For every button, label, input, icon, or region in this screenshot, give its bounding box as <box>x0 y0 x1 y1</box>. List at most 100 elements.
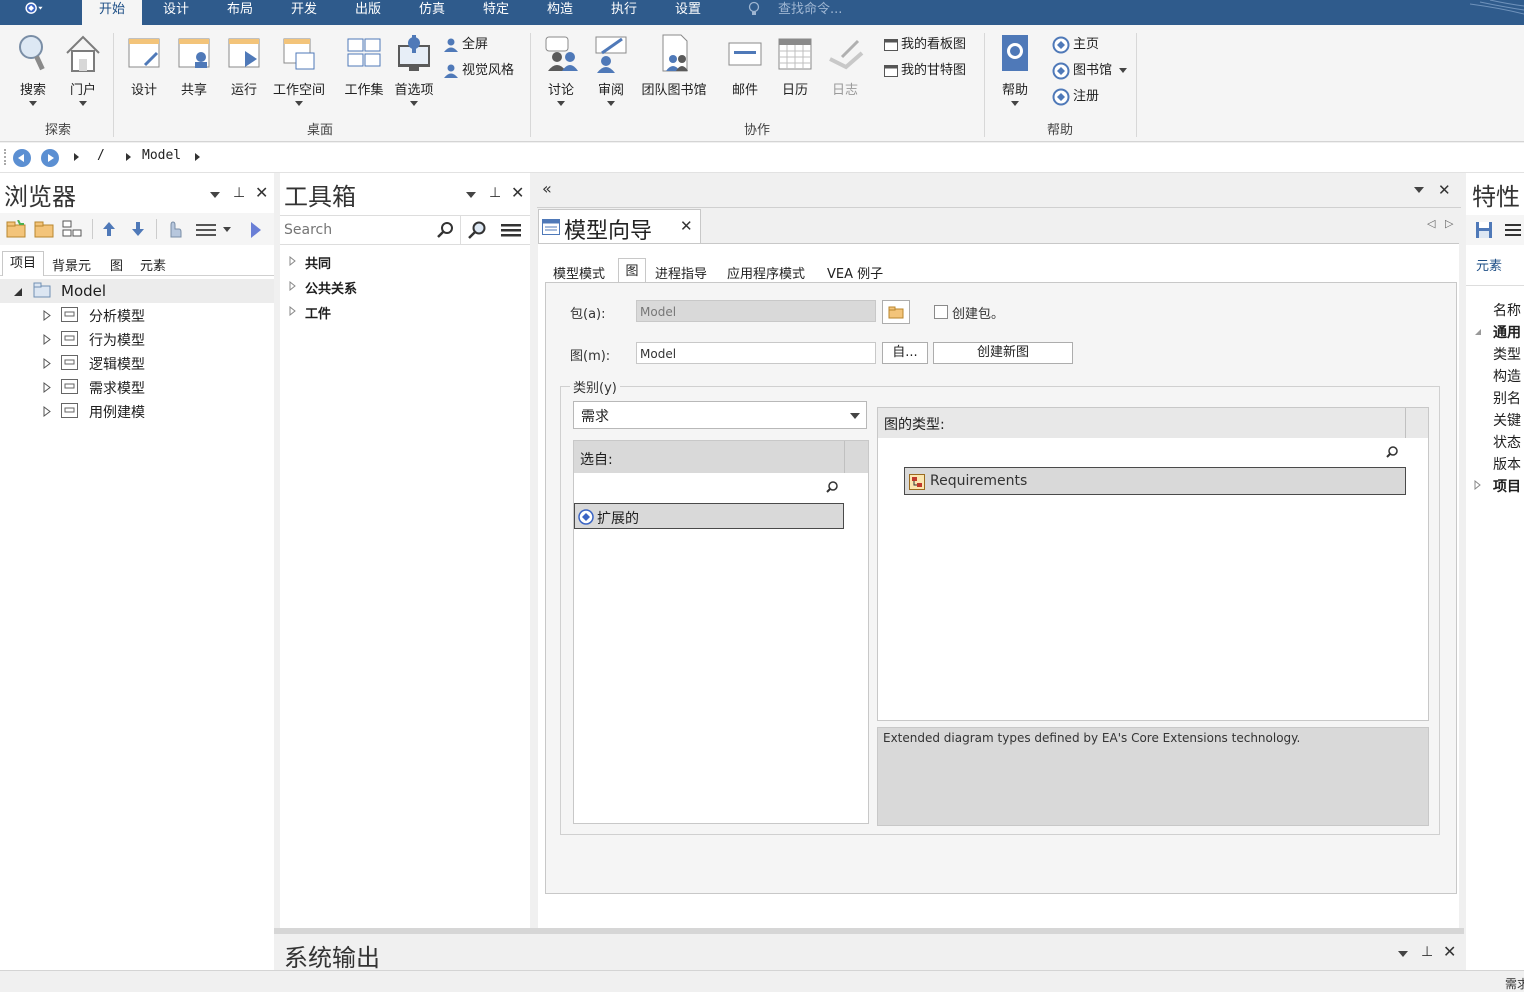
home-page-button[interactable]: 主页 <box>1052 35 1099 55</box>
package-field[interactable]: Model <box>636 300 876 322</box>
journal-button[interactable]: 日志 <box>824 31 866 98</box>
workset-button[interactable]: 工作集 <box>342 31 386 98</box>
calendar-button[interactable]: 日历 <box>774 31 816 98</box>
toolbox-search-input[interactable] <box>282 219 436 241</box>
preferences-button[interactable]: 首选项 <box>392 31 436 106</box>
scroll-right-icon[interactable]: ▷ <box>1445 217 1453 230</box>
folder-icon[interactable] <box>34 220 54 238</box>
tree-item[interactable]: 行为模型 <box>0 327 274 351</box>
find-icon[interactable] <box>468 221 486 239</box>
tab-application-patterns[interactable]: 应用程序模式 <box>727 263 805 282</box>
doc-tab-model-wizard[interactable]: 模型向导 ✕ <box>538 209 701 244</box>
expand-arrow-icon[interactable] <box>43 310 51 321</box>
hand-icon[interactable] <box>166 219 182 239</box>
menu-lines-icon[interactable] <box>196 224 216 236</box>
panel-menu-icon[interactable] <box>1398 951 1408 957</box>
forward-button[interactable] <box>41 149 59 167</box>
property-row[interactable]: 关键 <box>1466 408 1524 430</box>
pin-icon[interactable]: ⊥ <box>1421 944 1433 960</box>
property-row[interactable]: 版本 <box>1466 452 1524 474</box>
tab-project[interactable]: 项目 <box>2 251 44 276</box>
portal-button[interactable]: 门户 <box>62 31 104 106</box>
tab-diagram[interactable]: 图 <box>110 255 123 274</box>
expand-arrow-icon[interactable] <box>1474 480 1481 490</box>
save-icon[interactable] <box>1475 221 1493 239</box>
toolbox-group[interactable]: 公共关系 <box>280 274 530 298</box>
tab-publish[interactable]: 出版 <box>342 0 394 25</box>
expand-arrow-icon[interactable] <box>43 334 51 345</box>
splitter[interactable] <box>274 928 1464 934</box>
close-icon[interactable]: ✕ <box>511 183 524 202</box>
property-row[interactable]: 状态 <box>1466 430 1524 452</box>
list-item[interactable]: 扩展的 <box>574 503 844 529</box>
share-button[interactable]: 共享 <box>174 31 214 98</box>
workspace-button[interactable]: 工作空间 <box>270 31 328 106</box>
scroll-left-icon[interactable]: ◁ <box>1427 217 1435 230</box>
discuss-button[interactable]: 讨论 <box>540 31 582 106</box>
search-icon[interactable] <box>437 222 453 238</box>
expand-arrow-icon[interactable] <box>289 256 296 266</box>
doc-menu-icon[interactable] <box>1414 187 1424 193</box>
tab-develop[interactable]: 开发 <box>278 0 330 25</box>
tab-model-patterns[interactable]: 模型模式 <box>553 263 605 282</box>
tree-item[interactable]: 用例建模 <box>0 399 274 423</box>
browse-package-button[interactable] <box>882 300 910 324</box>
create-diagram-button[interactable]: 创建新图 <box>933 342 1073 364</box>
my-kanban-button[interactable]: 我的看板图 <box>884 35 966 55</box>
tab-layout[interactable]: 布局 <box>214 0 266 25</box>
new-package-icon[interactable] <box>6 220 26 238</box>
panel-menu-icon[interactable] <box>466 192 476 198</box>
arrow-down-icon[interactable] <box>131 221 145 237</box>
close-icon[interactable]: ✕ <box>255 183 268 202</box>
expanded-arrow-icon[interactable] <box>13 287 23 297</box>
pin-icon[interactable]: ⊥ <box>233 185 245 201</box>
create-package-checkbox[interactable] <box>934 305 948 319</box>
property-row[interactable]: 类型 <box>1466 342 1524 364</box>
tab-element[interactable]: 元素 <box>140 255 166 274</box>
toolbox-group[interactable]: 共同 <box>280 249 530 273</box>
command-search-input[interactable]: 查找命令... <box>778 0 842 19</box>
search-icon[interactable] <box>1386 446 1398 458</box>
review-button[interactable]: 审阅 <box>590 31 632 106</box>
library-button[interactable]: 图书馆 <box>1052 61 1128 81</box>
register-button[interactable]: 注册 <box>1052 87 1099 107</box>
tree-item[interactable]: 逻辑模型 <box>0 351 274 375</box>
property-row[interactable]: 构造 <box>1466 364 1524 386</box>
pin-icon[interactable]: ⊥ <box>489 185 501 201</box>
toolbox-group[interactable]: 工件 <box>280 299 530 323</box>
run-button[interactable]: 运行 <box>224 31 264 98</box>
tab-execute[interactable]: 执行 <box>598 0 650 25</box>
property-row[interactable]: 别名 <box>1466 386 1524 408</box>
tab-construct[interactable]: 构造 <box>534 0 586 25</box>
tab-vea-examples[interactable]: VEA 例子 <box>827 263 883 282</box>
close-tab-icon[interactable]: ✕ <box>680 217 693 235</box>
tab-element[interactable]: 元素 <box>1476 255 1502 274</box>
property-row[interactable]: 通用 <box>1466 320 1524 342</box>
tab-start[interactable]: 开始 <box>82 0 142 25</box>
auto-name-button[interactable]: 自... <box>882 342 928 364</box>
arrow-up-icon[interactable] <box>102 221 116 237</box>
play-arrow-icon[interactable] <box>250 222 262 238</box>
mail-button[interactable]: 邮件 <box>724 31 766 98</box>
expand-arrow-icon[interactable] <box>43 382 51 393</box>
tab-design[interactable]: 设计 <box>150 0 202 25</box>
collapse-arrow-icon[interactable] <box>1474 328 1482 336</box>
tab-context[interactable]: 背景元 <box>52 255 91 274</box>
collapse-left-icon[interactable]: « <box>542 179 552 198</box>
expand-arrow-icon[interactable] <box>289 281 296 291</box>
category-select[interactable]: 需求 <box>573 401 867 429</box>
tree-root-row[interactable]: Model <box>0 279 274 303</box>
search-button[interactable]: 搜索 <box>12 31 54 106</box>
property-row[interactable]: 项目 <box>1466 474 1524 496</box>
team-library-button[interactable]: 团队图书馆 <box>638 31 710 98</box>
dropdown-arrow-icon[interactable] <box>223 227 231 232</box>
expand-arrow-icon[interactable] <box>43 358 51 369</box>
menu-lines-icon[interactable] <box>1505 224 1521 236</box>
tree-item[interactable]: 需求模型 <box>0 375 274 399</box>
panel-menu-icon[interactable] <box>210 192 220 198</box>
diagram-name-field[interactable]: Model <box>636 342 876 364</box>
property-row[interactable]: 名称 <box>1466 298 1524 320</box>
help-button[interactable]: 帮助 <box>994 31 1036 106</box>
expand-arrow-icon[interactable] <box>43 406 51 417</box>
app-logo-icon[interactable] <box>24 0 44 17</box>
